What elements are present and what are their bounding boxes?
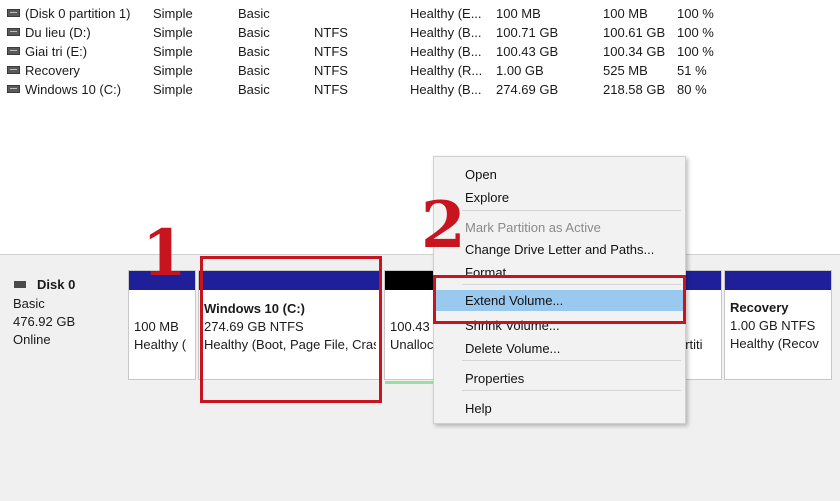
menu-item-open[interactable]: Open [465, 167, 497, 182]
volume-name: Giai tri (E:) [25, 44, 88, 59]
volume-type: Basic [238, 25, 270, 40]
volume-row[interactable]: Recovery Simple Basic NTFS Healthy (R...… [0, 61, 840, 80]
volume-percent-free: 100 % [677, 6, 714, 21]
drive-icon [7, 85, 20, 93]
menu-item-help[interactable]: Help [465, 401, 492, 416]
partition-status: Unalloc [390, 337, 434, 352]
volume-capacity: 100.71 GB [496, 25, 559, 40]
volume-status: Healthy (B... [410, 25, 482, 40]
partition-title: Recovery [730, 300, 789, 315]
volume-fs: NTFS [314, 44, 348, 59]
volume-capacity: 274.69 GB [496, 82, 559, 97]
annotation-box-step2 [433, 275, 686, 324]
volume-layout: Simple [153, 44, 193, 59]
volume-fs: NTFS [314, 82, 348, 97]
menu-separator [462, 390, 681, 391]
volume-type: Basic [238, 82, 270, 97]
volume-name: (Disk 0 partition 1) [25, 6, 131, 21]
volume-free: 100.61 GB [603, 25, 666, 40]
disk-icon [14, 281, 26, 288]
menu-item-change-drive-letter[interactable]: Change Drive Letter and Paths... [465, 242, 654, 257]
volume-row[interactable]: (Disk 0 partition 1) Simple Basic Health… [0, 4, 840, 23]
disk-size: 476.92 GB [13, 314, 76, 329]
partition-status: Healthy (Recov [730, 336, 819, 351]
volume-capacity: 100 MB [496, 6, 541, 21]
partition-recovery[interactable]: Recovery 1.00 GB NTFS Healthy (Recov [724, 270, 832, 380]
selection-underline [385, 381, 435, 384]
volume-status: Healthy (B... [410, 82, 482, 97]
annotation-step1: 1 [142, 216, 187, 291]
disk-title: Disk 0 [37, 277, 76, 292]
volume-percent-free: 100 % [677, 44, 714, 59]
volume-layout: Simple [153, 82, 193, 97]
volume-status: Healthy (R... [410, 63, 483, 78]
menu-item-delete-volume[interactable]: Delete Volume... [465, 341, 560, 356]
menu-item-mark-active: Mark Partition as Active [465, 220, 601, 235]
partition-size: 100.43 [390, 319, 430, 334]
volume-list: (Disk 0 partition 1) Simple Basic Health… [0, 0, 840, 250]
volume-percent-free: 51 % [677, 63, 707, 78]
volume-percent-free: 100 % [677, 25, 714, 40]
volume-layout: Simple [153, 63, 193, 78]
volume-layout: Simple [153, 6, 193, 21]
annotation-step2: 2 [421, 188, 466, 263]
volume-name: Du lieu (D:) [25, 25, 91, 40]
drive-icon [7, 28, 20, 36]
volume-fs: NTFS [314, 25, 348, 40]
volume-free: 100 MB [603, 6, 648, 21]
volume-status: Healthy (B... [410, 44, 482, 59]
volume-layout: Simple [153, 25, 193, 40]
menu-item-explore[interactable]: Explore [465, 190, 509, 205]
volume-free: 100.34 GB [603, 44, 666, 59]
volume-free: 218.58 GB [603, 82, 666, 97]
volume-fs: NTFS [314, 63, 348, 78]
volume-percent-free: 80 % [677, 82, 707, 97]
menu-item-properties[interactable]: Properties [465, 371, 524, 386]
drive-icon [7, 47, 20, 55]
annotation-box-step1 [200, 256, 382, 403]
drive-icon [7, 9, 20, 17]
volume-row[interactable]: Du lieu (D:) Simple Basic NTFS Healthy (… [0, 23, 840, 42]
volume-name: Windows 10 (C:) [25, 82, 122, 97]
volume-row[interactable]: Windows 10 (C:) Simple Basic NTFS Health… [0, 80, 840, 99]
volume-name: Recovery [25, 63, 80, 78]
volume-type: Basic [238, 44, 270, 59]
menu-separator [462, 360, 681, 361]
drive-icon [7, 66, 20, 74]
volume-capacity: 100.43 GB [496, 44, 559, 59]
volume-status: Healthy (E... [410, 6, 482, 21]
partition-bar [725, 271, 831, 290]
disk-state: Online [13, 332, 51, 347]
partition-status: Healthy ( [134, 337, 187, 352]
volume-type: Basic [238, 63, 270, 78]
volume-type: Basic [238, 6, 270, 21]
partition-size: 1.00 GB NTFS [730, 318, 816, 333]
partition-size: 100 MB [134, 319, 179, 334]
volume-free: 525 MB [603, 63, 648, 78]
menu-separator [462, 210, 681, 211]
volume-capacity: 1.00 GB [496, 63, 544, 78]
volume-row[interactable]: Giai tri (E:) Simple Basic NTFS Healthy … [0, 42, 840, 61]
disk-type: Basic [13, 296, 45, 311]
